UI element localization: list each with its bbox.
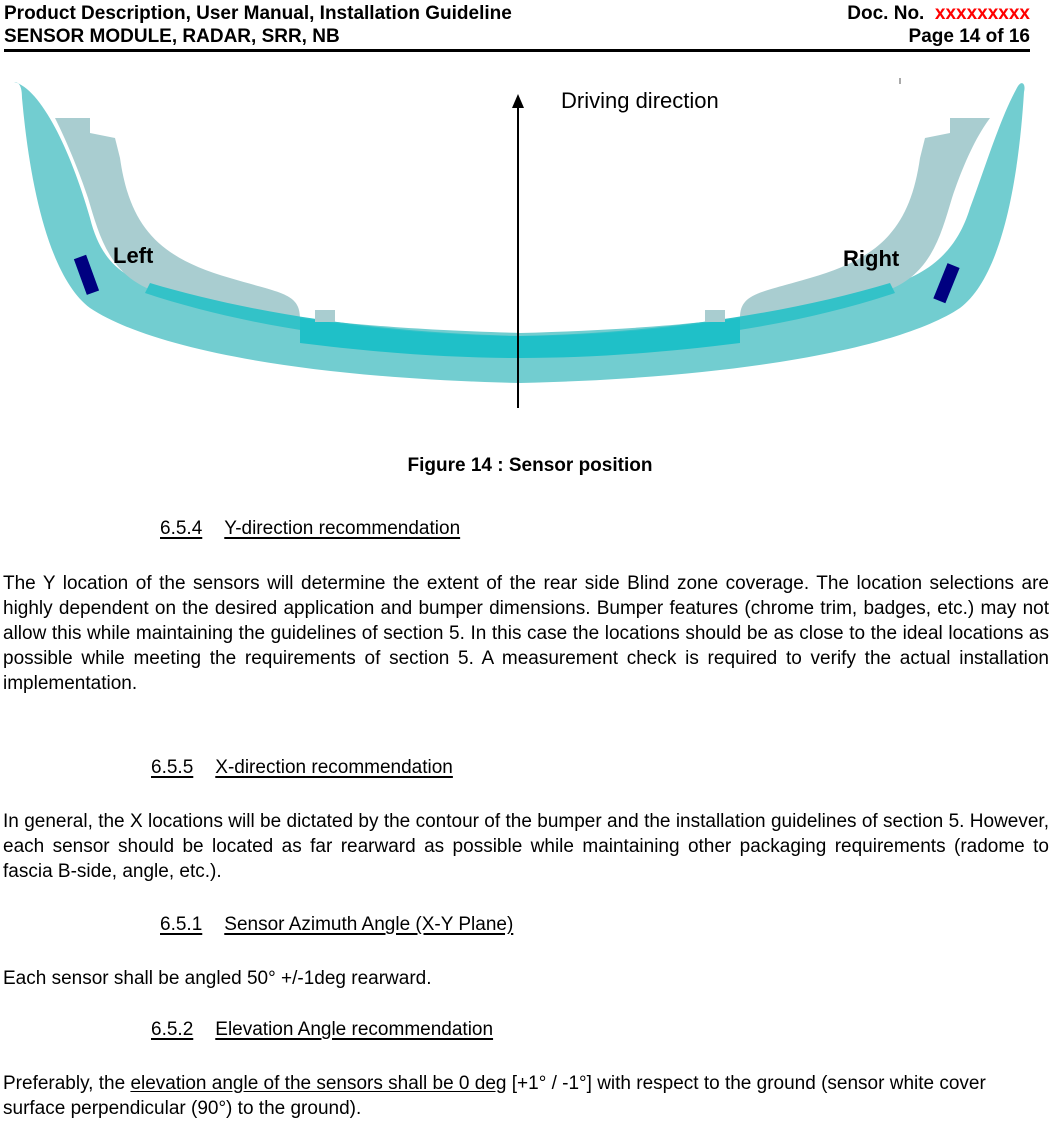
section-title: Sensor Azimuth Angle (X-Y Plane) (224, 914, 514, 935)
figure-caption: Figure 14 : Sensor position (407, 455, 653, 476)
section-heading-6-5-5: 6.5.5 X-direction recommendation (151, 757, 453, 779)
section-body-6-5-1: Each sensor shall be angled 50° +/-1deg … (3, 968, 432, 989)
doc-number-label: Doc. No. (847, 3, 925, 24)
section-heading-6-5-1: 6.5.1 Sensor Azimuth Angle (X-Y Plane) (160, 914, 513, 936)
section-body-6-5-5: In general, the X locations will be dict… (3, 811, 1049, 882)
section-title: Y-direction recommendation (224, 518, 461, 539)
section-number: 6.5.5 (151, 757, 194, 778)
section-number: 6.5.2 (151, 1019, 194, 1040)
section-body-6-5-2: Preferably, the elevation angle of the s… (3, 1071, 1003, 1121)
document-subtitle: SENSOR MODULE, RADAR, SRR, NB (4, 26, 340, 47)
body-text-prefix: Preferably, the (3, 1073, 131, 1094)
mounting-tab-right (705, 310, 725, 322)
driving-direction-label: Driving direction (561, 88, 719, 113)
doc-number-value: xxxxxxxxx (934, 3, 1030, 24)
section-title: X-direction recommendation (215, 757, 453, 778)
section-number: 6.5.1 (160, 914, 203, 935)
sensor-position-figure: Driving direction Left Right (0, 78, 1050, 418)
mounting-tab-left (315, 310, 335, 322)
page-number: Page 14 of 16 (908, 26, 1030, 47)
section-body-6-5-4: The Y location of the sensors will deter… (3, 573, 1049, 694)
doc-number: Doc. No. xxxxxxxxx (847, 3, 1030, 25)
body-text-underlined: elevation angle of the sensors shall be … (130, 1073, 507, 1094)
section-number: 6.5.4 (160, 518, 203, 539)
document-title: Product Description, User Manual, Instal… (4, 3, 512, 24)
section-heading-6-5-2: 6.5.2 Elevation Angle recommendation (151, 1019, 493, 1041)
page-header: Product Description, User Manual, Instal… (4, 0, 1030, 52)
left-label: Left (113, 243, 154, 268)
driving-direction-arrow-head (512, 94, 524, 108)
section-heading-6-5-4: 6.5.4 Y-direction recommendation (160, 518, 460, 540)
section-title: Elevation Angle recommendation (215, 1019, 494, 1040)
right-label: Right (843, 246, 900, 271)
